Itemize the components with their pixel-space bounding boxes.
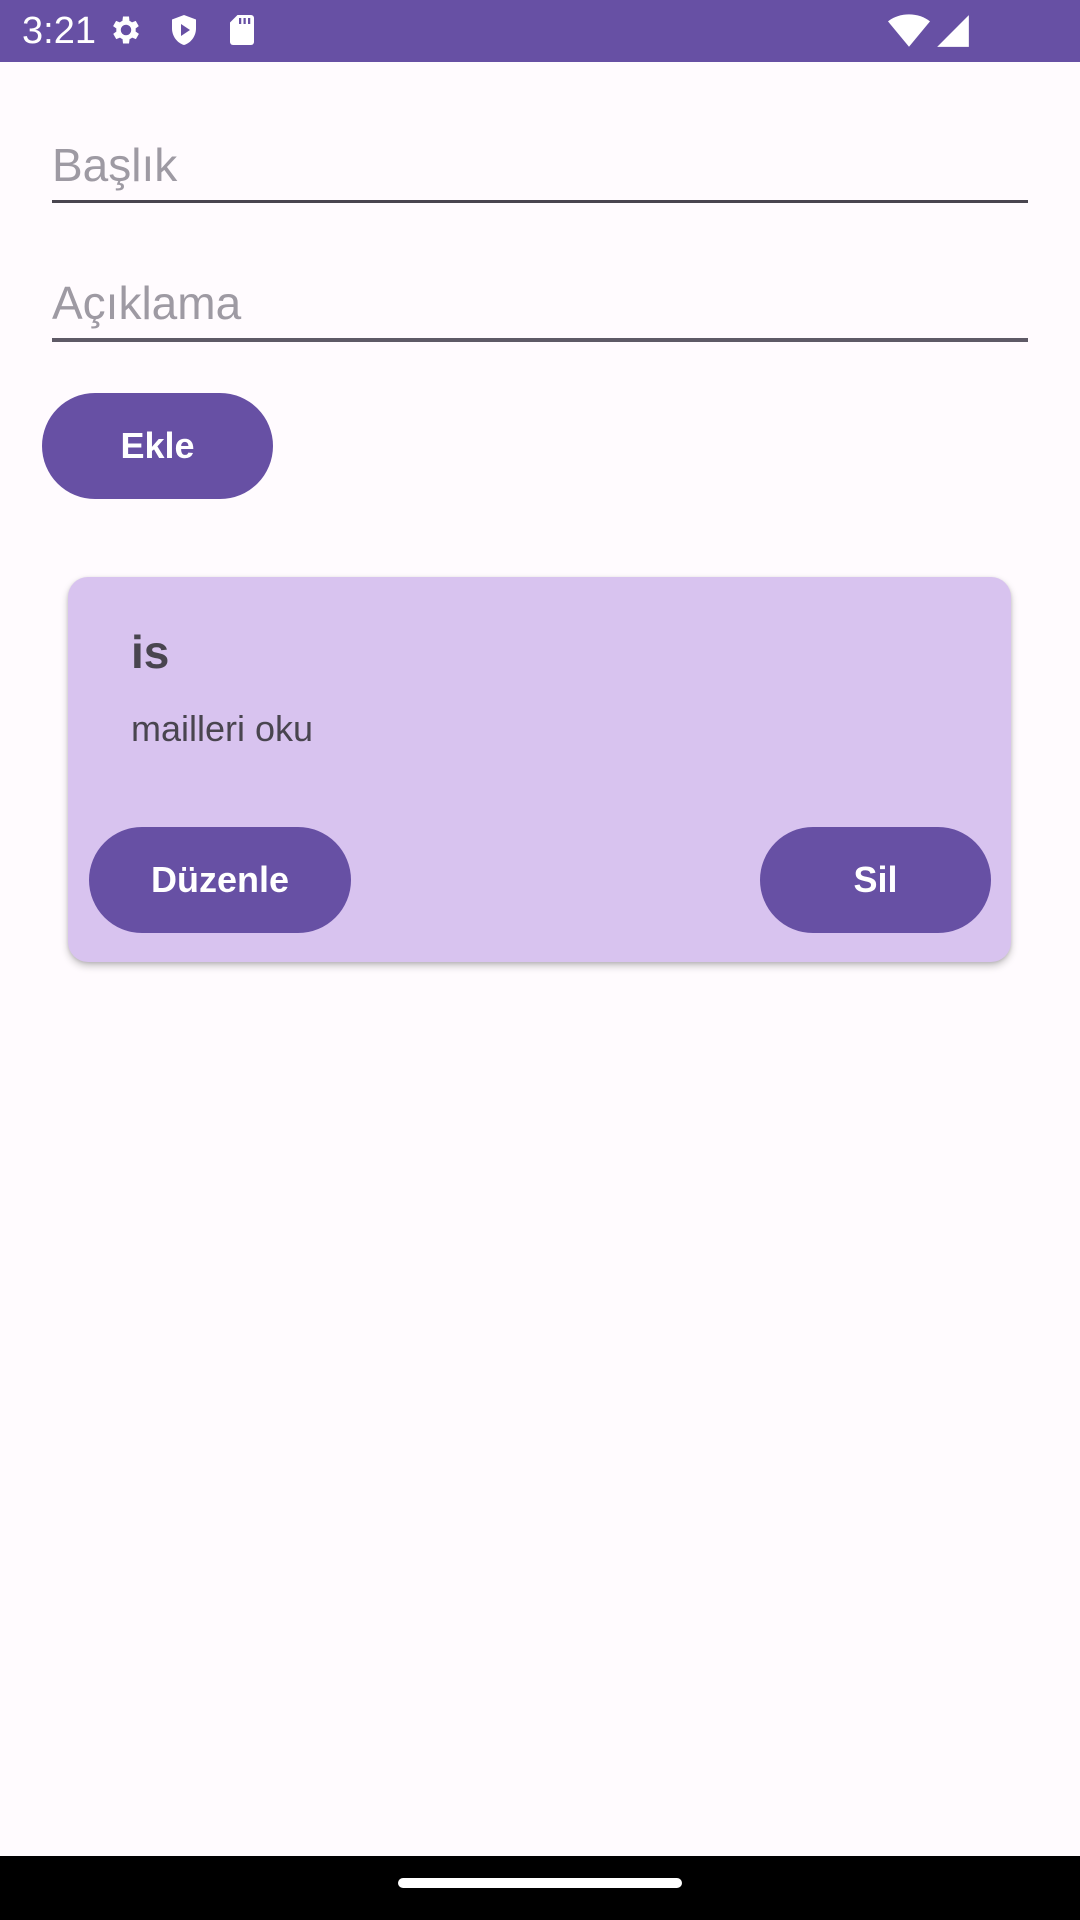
- description-input[interactable]: [52, 268, 1028, 338]
- status-bar: 3:21: [0, 0, 1080, 62]
- add-button[interactable]: Ekle: [42, 393, 273, 499]
- home-gesture-handle[interactable]: [398, 1878, 682, 1888]
- wifi-icon: [888, 10, 930, 52]
- title-underline: [52, 200, 1028, 203]
- description-field: [52, 268, 1028, 342]
- cell-signal-icon: [934, 12, 972, 50]
- sd-card-icon: [224, 12, 260, 48]
- shield-play-icon: [166, 12, 202, 48]
- navigation-bar: [0, 1856, 1080, 1920]
- edit-button[interactable]: Düzenle: [89, 827, 351, 933]
- title-input[interactable]: [52, 130, 1028, 200]
- delete-button[interactable]: Sil: [760, 827, 991, 933]
- title-field: [52, 130, 1028, 203]
- note-description: mailleri oku: [131, 708, 314, 749]
- settings-gear-icon: [108, 12, 144, 48]
- description-underline: [52, 338, 1028, 342]
- status-time: 3:21: [22, 10, 96, 52]
- note-card: is mailleri oku Düzenle Sil: [68, 577, 1011, 962]
- note-title: is: [131, 626, 170, 678]
